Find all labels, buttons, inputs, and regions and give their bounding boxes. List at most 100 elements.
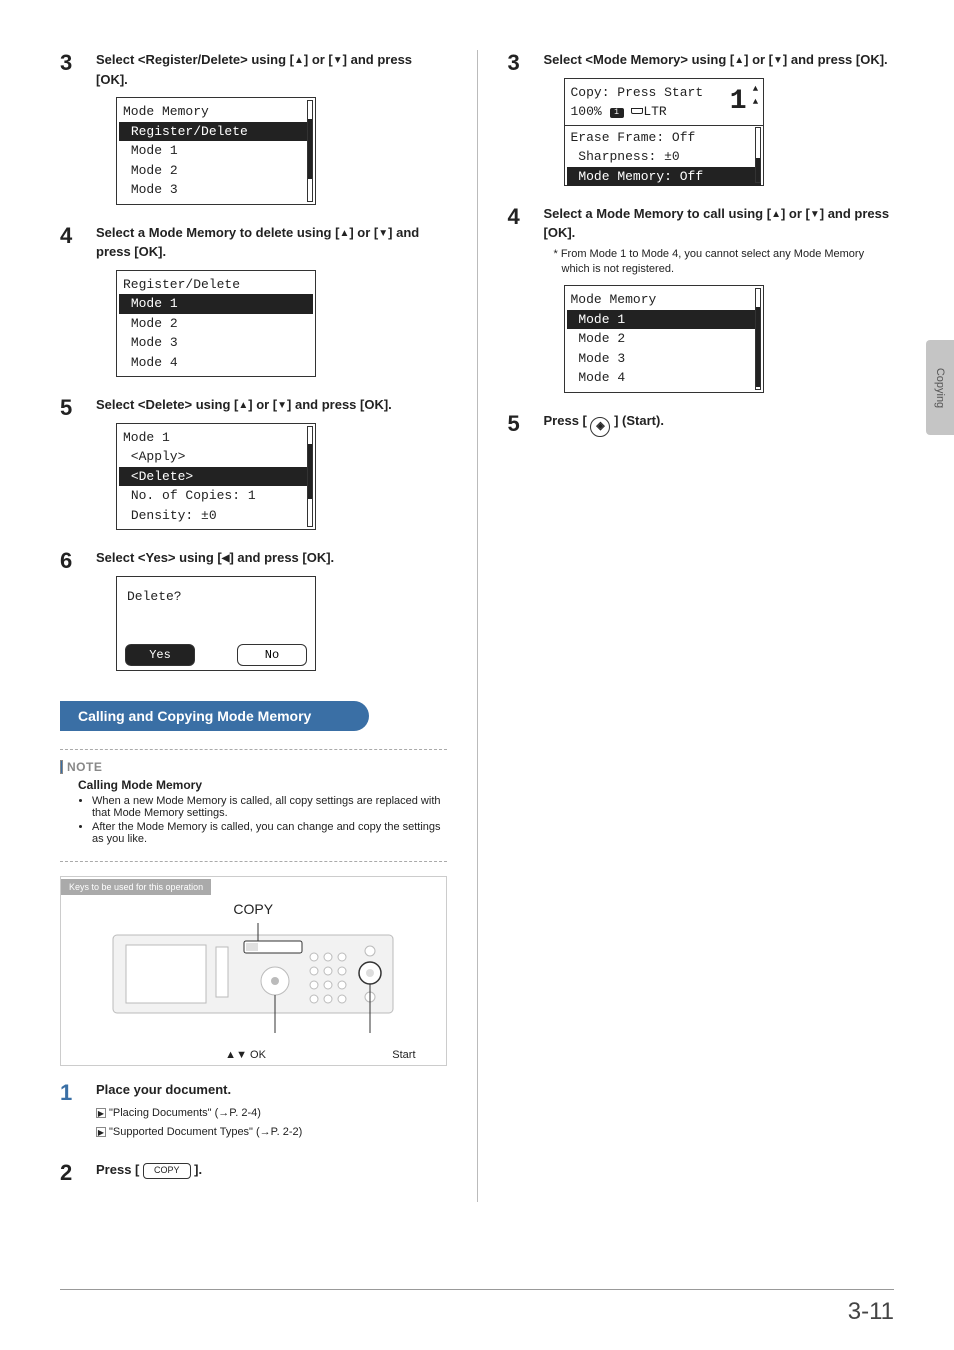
step-number: 5 [508, 411, 530, 437]
lcd-row: Mode 3 [123, 333, 309, 353]
lcd-row: Mode 4 [571, 368, 757, 388]
step-text: Select <Yes> using [ [96, 550, 222, 565]
keys-diagram: Keys to be used for this operation COPY [60, 876, 447, 1066]
step-number: 1 [60, 1080, 82, 1143]
note-label: NOTE [67, 760, 102, 774]
lcd-row: No. of Copies: 1 [123, 486, 309, 506]
right-column: 3 Select <Mode Memory> using [▲] or [▼] … [508, 50, 895, 1202]
step-text: ] or [ [781, 206, 810, 221]
note-bullet: After the Mode Memory is called, you can… [92, 821, 447, 845]
lcd-row: Mode 3 [571, 349, 757, 369]
up-triangle-icon: ▲ [339, 226, 349, 241]
no-button: No [237, 644, 307, 666]
lcd-title: Register/Delete [123, 275, 309, 295]
step-number: 4 [60, 223, 82, 378]
column-divider [477, 50, 478, 1202]
step-text: Select a Mode Memory to delete using [ [96, 225, 339, 240]
right-step-5: 5 Press [ ◈ ] (Start). [508, 411, 895, 437]
yes-button: Yes [125, 644, 195, 666]
step-text: ] and press [OK]. [287, 397, 392, 412]
lcd-selected-row: Register/Delete [119, 122, 313, 142]
step-text: ]. [191, 1162, 203, 1177]
down-triangle-icon: ▼ [333, 53, 343, 68]
copy-key-icon: COPY [143, 1163, 191, 1179]
page-footer: 3-11 [60, 1289, 894, 1326]
step-text: ] or [ [248, 397, 277, 412]
up-triangle-icon: ▲ [238, 398, 248, 413]
down-triangle-icon: ▼ [773, 53, 783, 68]
lcd-row: Erase Frame: Off [571, 128, 757, 148]
lcd-row: Mode 2 [123, 314, 309, 334]
lcd-scrollbar [307, 426, 313, 528]
lcd-screen: Register/Delete Mode 1 Mode 2 Mode 3 Mod… [116, 270, 316, 378]
lcd-row: Mode 2 [123, 161, 309, 181]
printer-illustration [108, 923, 398, 1033]
down-triangle-icon: ▼ [810, 207, 820, 222]
lcd-selected-row: Mode 1 [567, 310, 761, 330]
left-step-1: 1 Place your document. ▶"Placing Documen… [60, 1080, 447, 1143]
step-number: 3 [60, 50, 82, 205]
lcd-row: Mode 1 [123, 141, 309, 161]
step-text: Press [ [544, 413, 591, 428]
step-text: ] or [ [744, 52, 773, 67]
note-bullet: When a new Mode Memory is called, all co… [92, 795, 447, 819]
left-step-4: 4 Select a Mode Memory to delete using [… [60, 223, 447, 378]
step-text: Select <Delete> using [ [96, 397, 238, 412]
step-number: 2 [60, 1160, 82, 1184]
lcd-row: 100% 1 LTR [571, 102, 757, 122]
start-button-icon: ◈ [590, 417, 610, 437]
lcd-title: Mode 1 [123, 428, 309, 448]
lcd-row: Mode 4 [123, 353, 309, 373]
lcd-row: <Apply> [123, 447, 309, 467]
left-step-6: 6 Select <Yes> using [◀] and press [OK].… [60, 548, 447, 671]
step-text: Select <Register/Delete> using [ [96, 52, 294, 67]
note-subtitle: Calling Mode Memory [78, 778, 447, 792]
step-text: ] or [ [349, 225, 378, 240]
lcd-screen: Mode Memory Register/Delete Mode 1 Mode … [116, 97, 316, 205]
keys-start-label: Start [392, 1049, 415, 1061]
lcd-screen: Copy: Press Start 100% 1 LTR 1 Erase Fra… [564, 78, 764, 186]
left-column: 3 Select <Register/Delete> using [▲] or … [60, 50, 447, 1202]
lcd-title: Mode Memory [123, 102, 309, 122]
ref-arrow-icon: ▶ [96, 1127, 106, 1137]
keys-ok-label: ▲▼ OK [225, 1049, 266, 1061]
step-text: ] and press [OK]. [229, 550, 334, 565]
step-number: 3 [508, 50, 530, 186]
left-step-5: 5 Select <Delete> using [▲] or [▼] and p… [60, 395, 447, 530]
ref-arrow-icon: ▶ [96, 1108, 106, 1118]
lcd-screen: Mode 1 <Apply> <Delete> No. of Copies: 1… [116, 423, 316, 531]
lcd-row: Mode 3 [123, 180, 309, 200]
step-text: ] and press [OK]. [783, 52, 888, 67]
reference-link: ▶"Placing Documents" (→P. 2-4) [96, 1105, 447, 1122]
keys-title: COPY [233, 901, 273, 917]
paper-source-icon: 1 [610, 108, 624, 118]
lcd-scrollbar [755, 127, 761, 182]
up-triangle-icon: ▲ [734, 53, 744, 68]
reference-link: ▶"Supported Document Types" (→P. 2-2) [96, 1124, 447, 1141]
step-text: Place your document. [96, 1082, 231, 1097]
left-step-3: 3 Select <Register/Delete> using [▲] or … [60, 50, 447, 205]
lcd-dialog: Delete? Yes No [116, 576, 316, 671]
lcd-row: Mode 2 [571, 329, 757, 349]
lcd-selected-row: Mode 1 [119, 294, 313, 314]
lcd-copy-count: 1 [730, 81, 747, 123]
step-number: 5 [60, 395, 82, 530]
lcd-scrollbar [755, 288, 761, 390]
step-text: Select a Mode Memory to call using [ [544, 206, 772, 221]
up-triangle-icon: ▲ [771, 207, 781, 222]
note-block: NOTE Calling Mode Memory When a new Mode… [60, 749, 447, 862]
step-text: ] or [ [304, 52, 333, 67]
tray-icon [631, 108, 643, 114]
lcd-question: Delete? [123, 581, 309, 613]
lcd-selected-row: <Delete> [119, 467, 313, 487]
step-number: 4 [508, 204, 530, 393]
lcd-row: Density: ±0 [123, 506, 309, 526]
up-triangle-icon: ▲ [294, 53, 304, 68]
lcd-scrollbar [307, 100, 313, 202]
right-step-4: 4 Select a Mode Memory to call using [▲]… [508, 204, 895, 393]
step-text: ] (Start). [610, 413, 663, 428]
lcd-up-arrows: ▲▲ [751, 83, 761, 110]
right-step-3: 3 Select <Mode Memory> using [▲] or [▼] … [508, 50, 895, 186]
lcd-screen: Mode Memory Mode 1 Mode 2 Mode 3 Mode 4 [564, 285, 764, 393]
step-number: 6 [60, 548, 82, 671]
